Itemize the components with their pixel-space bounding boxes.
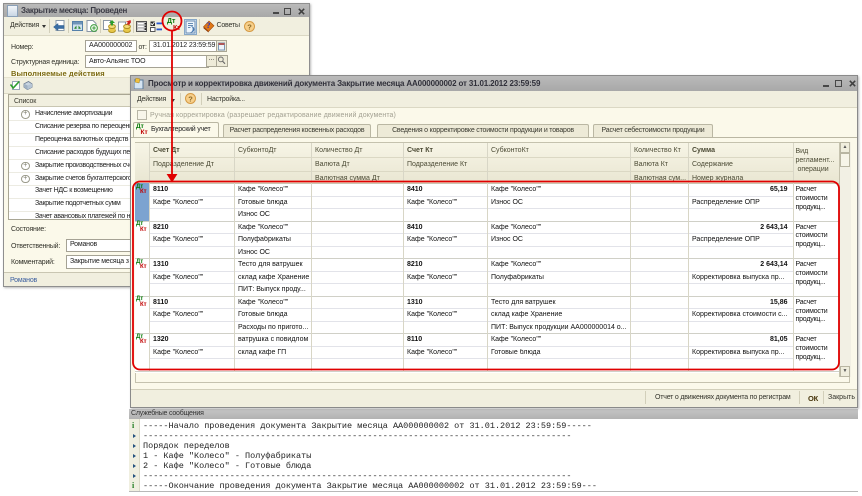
svg-text:?: ? xyxy=(247,22,252,31)
svg-text:?: ? xyxy=(188,94,193,103)
svg-text:?: ? xyxy=(206,20,210,30)
